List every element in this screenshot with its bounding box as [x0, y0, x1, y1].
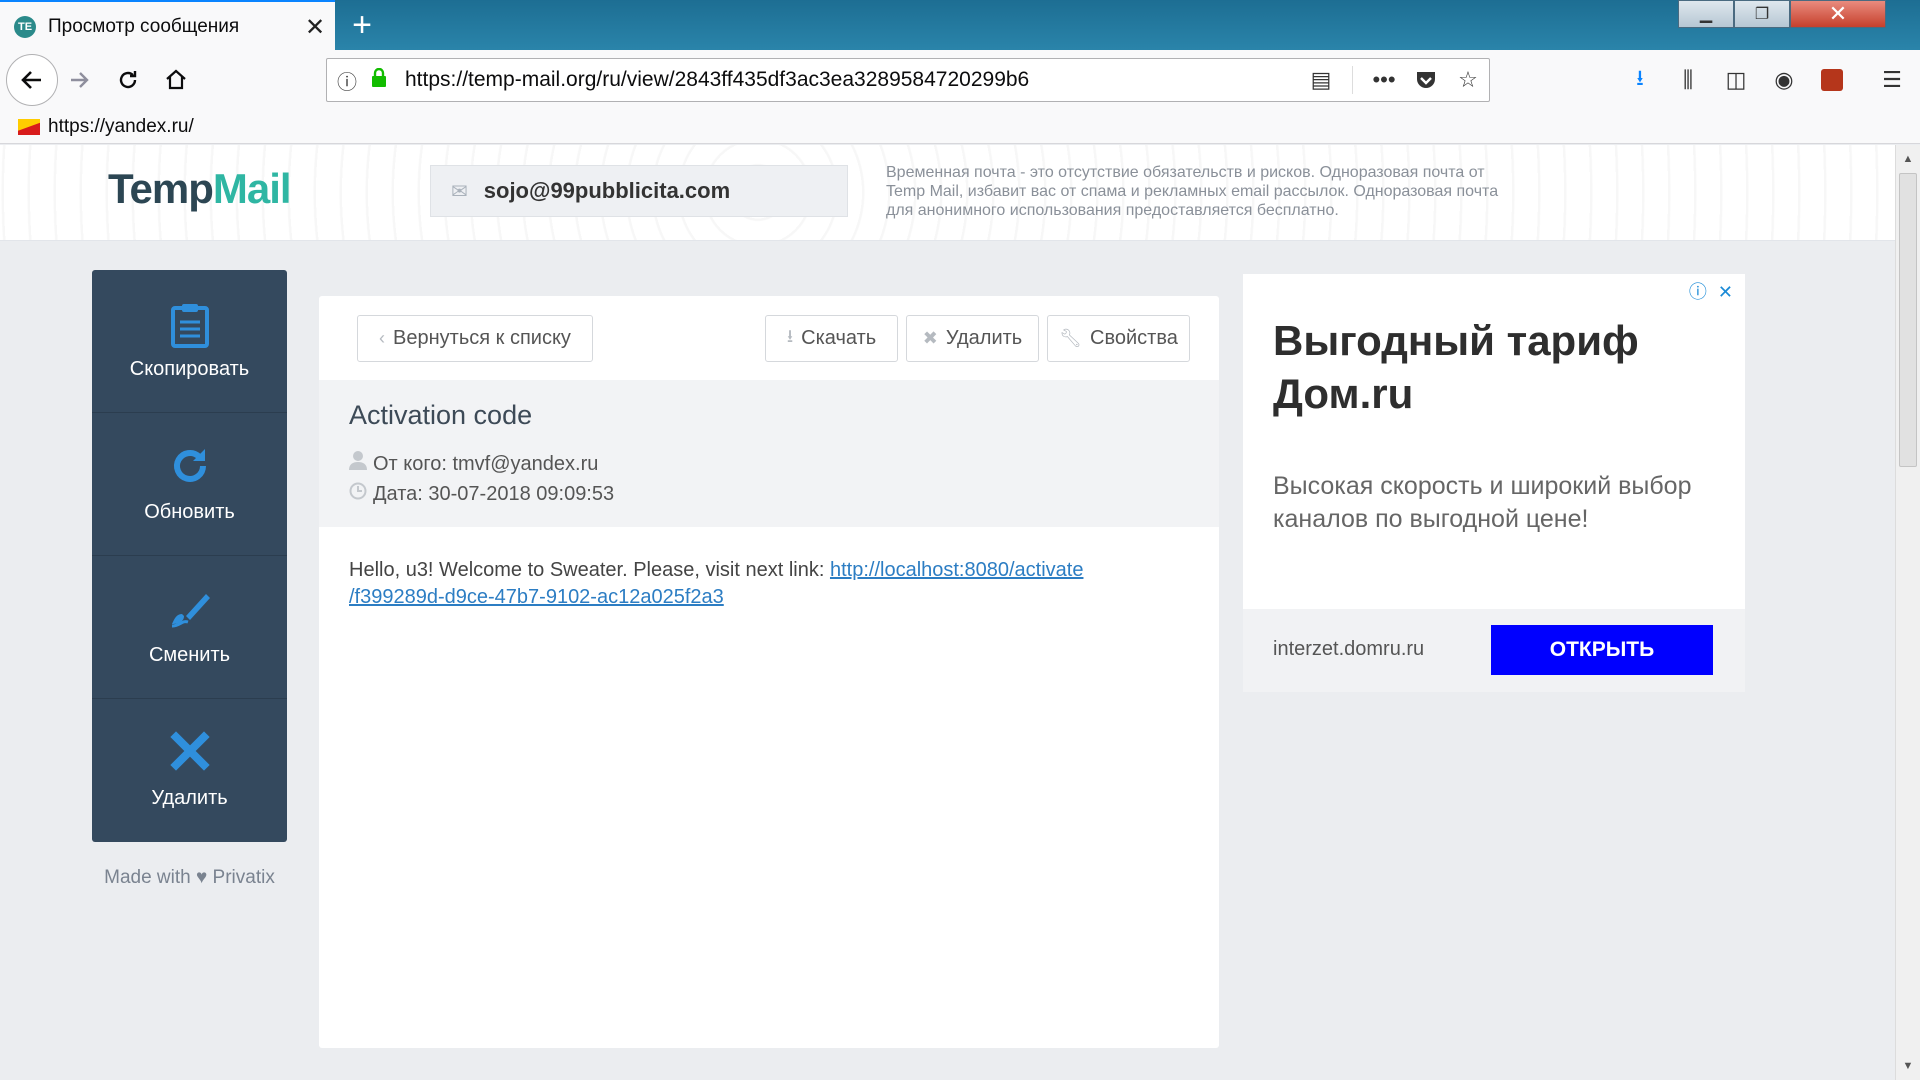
info-icon[interactable]: ⓘ [327, 66, 367, 95]
logo-temp: Temp [108, 165, 214, 212]
ad-domain: interzet.domru.ru [1273, 638, 1425, 660]
email-address-box[interactable]: ✉ sojo@99pubblicita.com [430, 165, 848, 217]
ad-close-icon[interactable]: ✕ [1718, 282, 1733, 302]
ad-content: ⓘ ✕ Выгодный тариф Дом.ru Высокая скорос… [1243, 274, 1745, 609]
window-close-icon[interactable]: ✕ [1790, 0, 1886, 28]
menu-hamburger-icon[interactable]: ☰ [1872, 62, 1912, 98]
forward-arrow-icon [71, 72, 89, 88]
extension-red-icon[interactable] [1812, 62, 1852, 98]
message-toolbar: ‹ Вернуться к списку ⭳ Скачать ✖ Удалить… [319, 296, 1219, 380]
ad-subtitle: Высокая скорость и широкий выбор каналов… [1273, 472, 1692, 533]
logo-mail: Mail [212, 165, 292, 212]
made-with-privatix[interactable]: Made with ♥ Privatix [92, 867, 287, 889]
restore-icon[interactable]: ❐ [1734, 0, 1790, 28]
action-sidebar: Скопировать Обновить Сменить Удалить [92, 270, 287, 842]
scroll-up-icon[interactable]: ▲ [1896, 147, 1920, 171]
message-panel: ‹ Вернуться к списку ⭳ Скачать ✖ Удалить… [319, 296, 1219, 1048]
email-address: sojo@99pubblicita.com [483, 178, 731, 203]
window-controls: ▁ ❐ ✕ [1678, 0, 1886, 28]
ad-title: Выгодный тариф Дом.ru [1273, 317, 1639, 417]
properties-button[interactable]: 🔧︎ Свойства [1047, 315, 1190, 362]
download-button[interactable]: ⭳ Скачать [765, 315, 898, 362]
forward-button[interactable] [58, 58, 102, 102]
reader-view-icon[interactable]: ▤ [1300, 59, 1342, 101]
back-button[interactable] [6, 54, 58, 106]
ad-open-button[interactable]: ОТКРЫТЬ [1491, 625, 1713, 675]
tab-close-icon[interactable]: ✕ [295, 13, 335, 42]
activation-link-line2: /f399289d-d9ce-47b7-9102-ac12a025f2a3 [349, 586, 724, 608]
library-icon[interactable]: ⫼ [1668, 62, 1708, 98]
refresh-label: Обновить [144, 500, 235, 523]
url-bar[interactable]: ⓘ https://temp-mail.org/ru/view/2843ff43… [326, 58, 1490, 102]
ad-badges: ⓘ ✕ [1689, 278, 1733, 304]
message-from-row: От кого: tmvf@yandex.ru [349, 449, 1189, 479]
sidebar-toggle-icon[interactable]: ◫ [1716, 62, 1756, 98]
url-separator [1352, 66, 1353, 94]
pocket-icon[interactable] [1405, 59, 1447, 101]
message-from: От кого: tmvf@yandex.ru [373, 453, 599, 475]
delete-icon [169, 731, 210, 779]
delete-message-label: Удалить [945, 327, 1023, 349]
message-body-text: Hello, u3! Welcome to Sweater. Please, v… [349, 559, 830, 581]
edit-icon [168, 588, 212, 636]
page-actions-icon[interactable]: ••• [1363, 59, 1405, 101]
bookmark-star-icon[interactable]: ☆ [1447, 59, 1489, 101]
temp-mail-logo[interactable]: TempMail [108, 165, 292, 213]
browser-titlebar: TE Просмотр сообщения ✕ + ▁ ❐ ✕ [0, 0, 1920, 52]
minimize-icon[interactable]: ▁ [1678, 0, 1734, 28]
url-text[interactable]: https://temp-mail.org/ru/view/2843ff435d… [405, 68, 1300, 92]
user-icon [349, 449, 373, 479]
back-to-list-button[interactable]: ‹ Вернуться к списку [357, 315, 593, 362]
browser-navbar: ⓘ https://temp-mail.org/ru/view/2843ff43… [0, 50, 1920, 110]
downloads-icon[interactable]: ⭳ [1620, 62, 1660, 98]
delete-label: Удалить [151, 787, 228, 809]
message-header: Activation code От кого: tmvf@yandex.ru … [319, 380, 1219, 527]
scroll-down-icon[interactable]: ▼ [1896, 1054, 1920, 1078]
header-description: Временная почта - это отсутствие обязате… [886, 164, 1499, 219]
yandex-mail-icon [18, 118, 40, 135]
message-date: Дата: 30-07-2018 09:09:53 [373, 483, 615, 505]
new-tab-button[interactable]: + [342, 6, 382, 46]
page-scrollbar[interactable]: ▲ ▼ [1895, 145, 1920, 1080]
advertisement[interactable]: ⓘ ✕ Выгодный тариф Дом.ru Высокая скорос… [1243, 274, 1745, 692]
chevron-left-icon: ‹ [379, 328, 386, 348]
download-label: Скачать [801, 327, 877, 349]
message-subject: Activation code [349, 400, 533, 430]
reload-button[interactable] [106, 58, 150, 102]
activation-link-line1: http://localhost:8080/activate [829, 559, 1084, 581]
bookmarks-bar: https://yandex.ru/ [0, 110, 1920, 144]
clipboard-icon [170, 302, 210, 350]
back-to-list-label: Вернуться к списку [393, 327, 571, 349]
browser-tab[interactable]: TE Просмотр сообщения ✕ [0, 0, 335, 52]
change-button[interactable]: Сменить [92, 556, 287, 699]
lock-icon [367, 67, 391, 93]
envelope-icon: ✉ [451, 180, 468, 203]
delete-message-button[interactable]: ✖ Удалить [906, 315, 1039, 362]
delete-mailbox-button[interactable]: Удалить [92, 699, 287, 842]
refresh-icon [169, 445, 211, 493]
copy-button[interactable]: Скопировать [92, 270, 287, 413]
refresh-button[interactable]: Обновить [92, 413, 287, 556]
tab-title: Просмотр сообщения [48, 16, 240, 37]
scrollbar-thumb[interactable] [1899, 173, 1917, 467]
x-icon: ✖ [922, 328, 938, 348]
temp-mail-favicon-icon: TE [14, 16, 36, 38]
download-icon: ⭳ [786, 325, 794, 346]
message-body: Hello, u3! Welcome to Sweater. Please, v… [319, 527, 1219, 641]
home-button[interactable] [154, 58, 198, 102]
change-label: Сменить [148, 643, 231, 666]
properties-label: Свойства [1090, 327, 1178, 349]
ad-info-icon[interactable]: ⓘ [1689, 282, 1707, 302]
bookmark-yandex[interactable]: https://yandex.ru/ [48, 116, 194, 138]
extension-eye-icon[interactable]: ◉ [1764, 62, 1804, 98]
back-arrow-icon [21, 71, 41, 89]
copy-label: Скопировать [129, 357, 250, 380]
reload-icon [119, 71, 137, 89]
message-date-row: Дата: 30-07-2018 09:09:53 [349, 479, 1189, 509]
home-icon [166, 69, 186, 90]
clock-icon [349, 479, 373, 509]
site-header: TempMail ✉ sojo@99pubblicita.com Временн… [0, 145, 1895, 241]
wrench-icon: 🔧︎ [1059, 328, 1083, 348]
